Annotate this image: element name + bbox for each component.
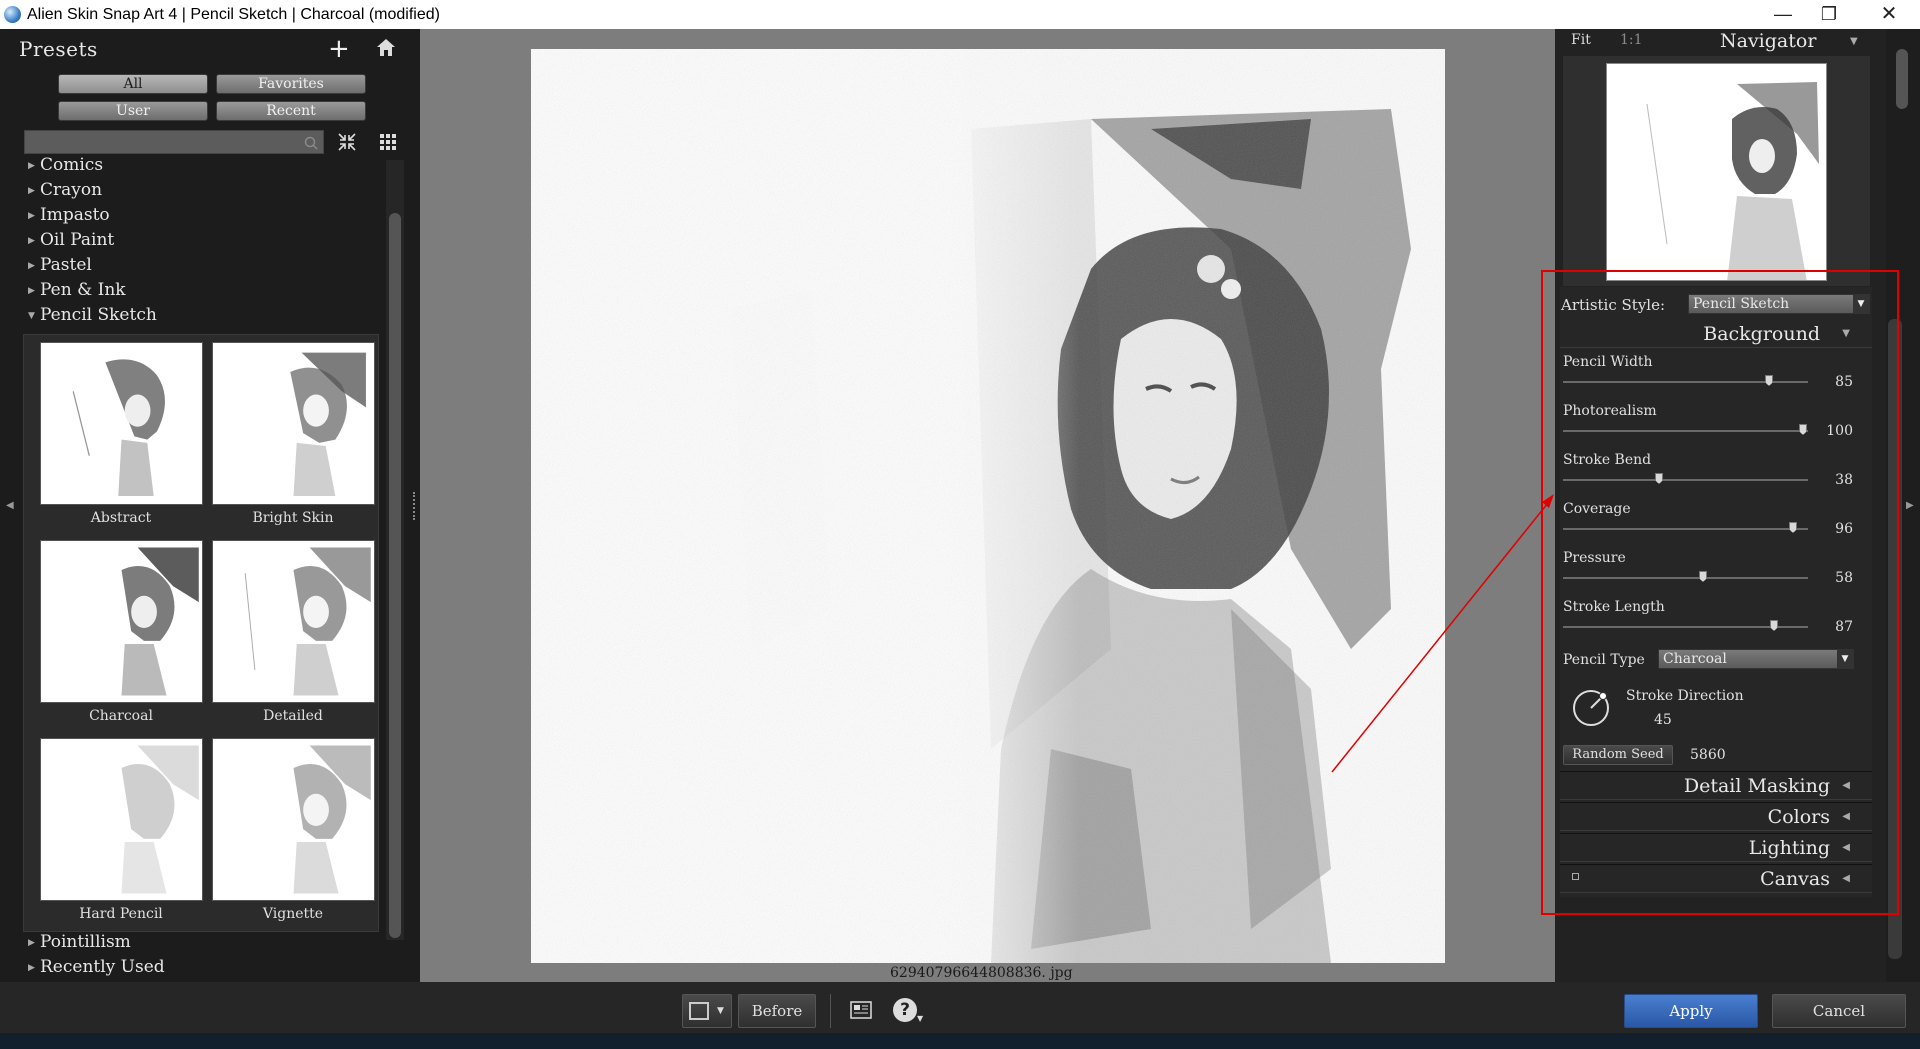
panel-resize-handle[interactable] xyxy=(413,492,417,520)
cancel-button[interactable]: Cancel xyxy=(1772,994,1906,1028)
chevron-down-icon: ▼ xyxy=(717,1006,724,1016)
title-bar: Alien Skin Snap Art 4 | Pencil Sketch | … xyxy=(0,0,1920,29)
os-taskbar xyxy=(0,1033,1920,1049)
app-icon xyxy=(4,6,21,23)
home-icon[interactable] xyxy=(375,36,397,58)
category-impasto[interactable]: ▶ Impasto xyxy=(28,205,110,225)
filter-all-button[interactable]: All xyxy=(58,74,208,94)
preset-thumb-abstract[interactable] xyxy=(40,342,203,505)
preset-label: Detailed xyxy=(263,708,323,724)
close-icon[interactable]: ✕ xyxy=(1866,0,1912,29)
category-pencil-sketch[interactable]: ▼ Pencil Sketch xyxy=(28,305,157,325)
preset-thumb-charcoal[interactable] xyxy=(40,540,203,703)
image-filename: 62940796644808836. jpg xyxy=(890,965,1073,981)
preset-thumb-hard-pencil[interactable] xyxy=(40,738,203,901)
preset-label: Hard Pencil xyxy=(79,906,163,922)
chevron-down-icon[interactable]: ▼ xyxy=(917,1014,923,1023)
before-button[interactable]: Before xyxy=(738,994,816,1028)
chevron-right-icon: ▶ xyxy=(28,962,35,973)
preset-thumb-detailed[interactable] xyxy=(212,540,375,703)
collapse-all-icon[interactable] xyxy=(337,132,357,152)
single-view-icon xyxy=(689,1002,709,1020)
help-icon[interactable]: ? xyxy=(893,998,917,1022)
search-icon xyxy=(304,136,318,150)
presets-scrollbar[interactable] xyxy=(386,160,404,940)
filter-favorites-button[interactable]: Favorites xyxy=(216,74,366,94)
filter-recent-button[interactable]: Recent xyxy=(216,101,366,121)
grid-view-icon[interactable] xyxy=(378,132,398,152)
window-title: Alien Skin Snap Art 4 | Pencil Sketch | … xyxy=(27,6,440,23)
chevron-right-icon: ▶ xyxy=(28,285,35,296)
minimize-icon[interactable]: — xyxy=(1760,0,1806,29)
zoom-1to1-button[interactable]: 1:1 xyxy=(1620,32,1643,48)
category-recently-used[interactable]: ▶ Recently Used xyxy=(28,957,165,977)
preset-label: Vignette xyxy=(262,906,324,922)
toolbar-divider xyxy=(830,994,831,1028)
chevron-right-icon: ▶ xyxy=(28,160,35,171)
image-info-icon[interactable] xyxy=(850,1001,872,1019)
scrollbar-thumb[interactable] xyxy=(1896,49,1908,109)
chevron-right-icon: ▶ xyxy=(28,260,35,271)
zoom-fit-button[interactable]: Fit xyxy=(1571,32,1591,48)
collapse-left-panel-icon[interactable]: ◀ xyxy=(6,500,14,511)
chevron-down-icon: ▼ xyxy=(28,310,35,321)
presets-title: Presets xyxy=(19,37,98,61)
chevron-down-icon[interactable]: ▼ xyxy=(1850,36,1858,47)
preset-label: Abstract xyxy=(90,510,152,526)
filter-user-button[interactable]: User xyxy=(58,101,208,121)
navigator-title: Navigator xyxy=(1720,30,1817,52)
view-mode-button[interactable]: ▼ xyxy=(682,994,732,1028)
chevron-right-icon: ▶ xyxy=(28,210,35,221)
preset-thumb-bright-skin[interactable] xyxy=(212,342,375,505)
add-preset-icon[interactable]: + xyxy=(328,34,350,64)
preset-thumb-vignette[interactable] xyxy=(212,738,375,901)
preview-image[interactable] xyxy=(531,49,1445,963)
annotation-arrow xyxy=(1331,494,1554,773)
category-pen-ink[interactable]: ▶ Pen & Ink xyxy=(28,280,126,300)
category-comics[interactable]: ▶ Comics xyxy=(28,155,103,175)
navigator-thumbnail[interactable] xyxy=(1606,63,1827,281)
annotation-highlight-box xyxy=(1541,270,1899,915)
category-oil-paint[interactable]: ▶ Oil Paint xyxy=(28,230,114,250)
chevron-right-icon: ▶ xyxy=(28,235,35,246)
preset-label: Bright Skin xyxy=(252,510,334,526)
preset-search-input[interactable] xyxy=(24,130,324,154)
category-pastel[interactable]: ▶ Pastel xyxy=(28,255,92,275)
restore-icon[interactable]: ❐ xyxy=(1806,0,1852,29)
collapse-right-panel-icon[interactable]: ▶ xyxy=(1906,500,1914,511)
apply-button[interactable]: Apply xyxy=(1624,994,1758,1028)
category-pointillism[interactable]: ▶ Pointillism xyxy=(28,932,131,952)
preset-label: Charcoal xyxy=(89,708,153,724)
chevron-right-icon: ▶ xyxy=(28,185,35,196)
scrollbar-thumb[interactable] xyxy=(389,213,401,938)
category-crayon[interactable]: ▶ Crayon xyxy=(28,180,102,200)
chevron-right-icon: ▶ xyxy=(28,937,35,948)
